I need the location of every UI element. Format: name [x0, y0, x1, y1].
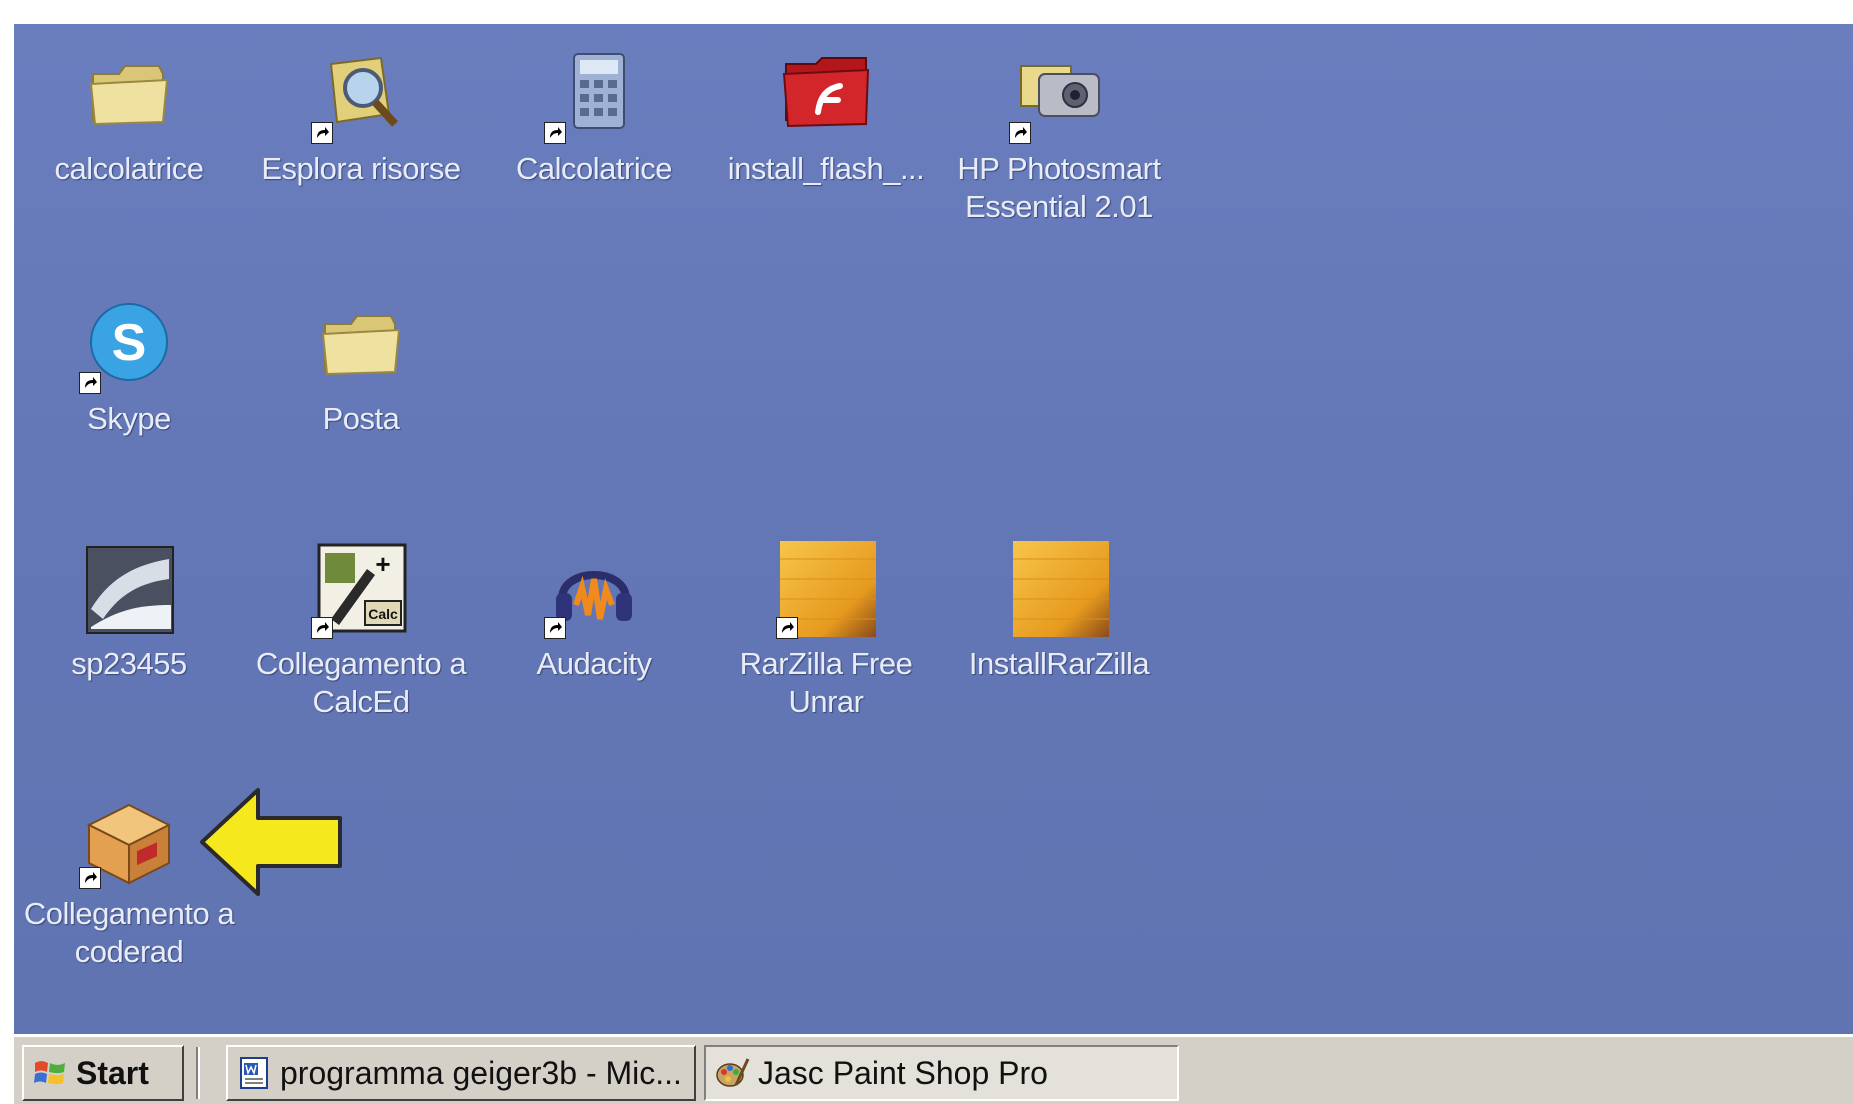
icon-label: Skype — [87, 401, 171, 436]
desktop-screen: calcolatrice Esplora risorse Calcolatric… — [14, 24, 1853, 1104]
paint-shop-pro-icon — [716, 1058, 750, 1087]
desktop-icon-collegamento-calced[interactable]: + Calc Collegamento a CalcEd — [246, 539, 476, 739]
taskbar-item-label: programma geiger3b - Mic... — [280, 1054, 682, 1091]
audacity-icon — [544, 539, 644, 639]
svg-text:+: + — [375, 549, 390, 579]
icon-label: Audacity — [536, 646, 652, 681]
rarzilla-icon — [1009, 539, 1109, 639]
icon-label: Calcolatrice — [516, 151, 672, 186]
icon-label: Collegamento a coderad — [23, 896, 235, 969]
desktop-icon-audacity[interactable]: Audacity — [479, 539, 709, 739]
desktop-icon-installrarzilla[interactable]: InstallRarZilla — [944, 539, 1174, 739]
desktop-icon-calcolatrice-folder[interactable]: calcolatrice — [14, 44, 244, 244]
svg-text:S: S — [112, 314, 147, 372]
desktop-icon-esplora-risorse[interactable]: Esplora risorse — [246, 44, 476, 244]
start-button[interactable]: Start — [22, 1045, 184, 1101]
shortcut-arrow-icon — [776, 617, 798, 639]
icon-label: HP Photosmart Essential 2.01 — [957, 151, 1161, 224]
shortcut-arrow-icon — [544, 122, 566, 144]
sp23455-icon — [79, 539, 179, 639]
word-document-icon — [240, 1057, 268, 1089]
shortcut-arrow-icon — [79, 372, 101, 394]
desktop-icon-rarzilla-free-unrar[interactable]: RarZilla Free Unrar — [711, 539, 941, 739]
desktop-icon-install-flash[interactable]: install_flash_... — [711, 44, 941, 244]
yellow-pointer-arrow-icon — [200, 788, 342, 896]
calced-icon: + Calc — [311, 539, 411, 639]
icon-label: Esplora risorse — [261, 151, 461, 186]
desktop-icon-skype[interactable]: S Skype — [14, 294, 244, 494]
taskbar: Start programma geiger3b - Mic... Jasc P… — [14, 1034, 1853, 1104]
desktop-icon-sp23455[interactable]: sp23455 — [14, 539, 244, 739]
shortcut-arrow-icon — [311, 122, 333, 144]
desktop-icon-hp-photosmart[interactable]: HP Photosmart Essential 2.01 — [944, 44, 1174, 244]
icon-label: RarZilla Free Unrar — [739, 646, 913, 719]
taskbar-item-paint-shop-pro[interactable]: Jasc Paint Shop Pro — [704, 1045, 1179, 1101]
calculator-icon — [544, 44, 644, 144]
taskbar-item-word-document[interactable]: programma geiger3b - Mic... — [226, 1045, 696, 1101]
taskbar-separator — [196, 1047, 200, 1099]
svg-text:Calc: Calc — [368, 606, 398, 622]
rarzilla-icon — [776, 539, 876, 639]
taskbar-item-label: Jasc Paint Shop Pro — [758, 1054, 1048, 1091]
start-label: Start — [76, 1054, 149, 1091]
icon-label: Collegamento a CalcEd — [255, 646, 467, 719]
shortcut-arrow-icon — [311, 617, 333, 639]
desktop-icon-posta-folder[interactable]: Posta — [246, 294, 476, 494]
shortcut-arrow-icon — [544, 617, 566, 639]
shortcut-arrow-icon — [1009, 122, 1031, 144]
shortcut-arrow-icon — [79, 867, 101, 889]
flash-installer-icon — [776, 44, 876, 144]
folder-icon — [311, 294, 411, 394]
icon-label: sp23455 — [71, 646, 187, 681]
folder-icon — [79, 44, 179, 144]
coderad-package-icon — [79, 789, 179, 889]
skype-icon: S — [79, 294, 179, 394]
desktop-icon-calcolatrice[interactable]: Calcolatrice — [479, 44, 709, 244]
windows-logo-icon — [34, 1061, 65, 1085]
desktop: calcolatrice Esplora risorse Calcolatric… — [14, 24, 1853, 1034]
icon-label: install_flash_... — [727, 151, 925, 186]
icon-label: Posta — [322, 401, 400, 436]
explorer-icon — [311, 44, 411, 144]
icon-label: calcolatrice — [54, 151, 204, 186]
icon-label: InstallRarZilla — [968, 646, 1150, 681]
hp-photosmart-icon — [1009, 44, 1109, 144]
